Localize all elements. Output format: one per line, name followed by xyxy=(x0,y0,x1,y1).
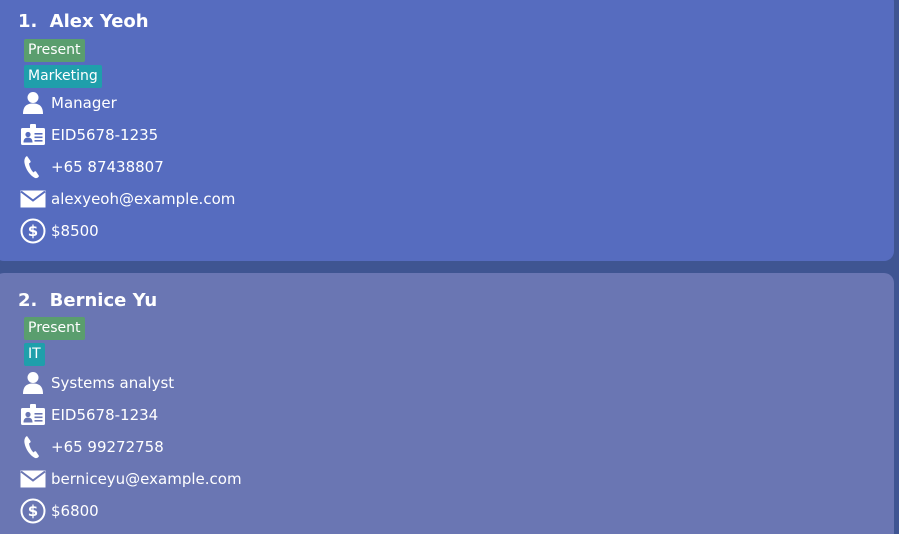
dollar-coin-icon: $ xyxy=(20,498,46,524)
dollar-coin-icon: $ xyxy=(20,218,46,244)
role-value: Manager xyxy=(51,94,117,112)
envelope-icon xyxy=(20,186,46,212)
employee-name: Alex Yeoh xyxy=(49,11,149,32)
salary-field: $ $8500 xyxy=(20,217,99,245)
id-card-icon xyxy=(20,402,46,428)
email-field: berniceyu@example.com xyxy=(20,465,242,493)
eid-value: EID5678-1235 xyxy=(51,126,159,144)
email-field: alexyeoh@example.com xyxy=(20,185,235,213)
email-value: berniceyu@example.com xyxy=(51,470,242,488)
role-field: Manager xyxy=(20,89,117,117)
employee-card[interactable]: 2. Bernice Yu Present IT Systems analyst xyxy=(0,273,894,534)
department-tag: Marketing xyxy=(24,65,102,88)
status-tag: Present xyxy=(24,317,85,340)
salary-value: $6800 xyxy=(51,502,99,520)
phone-field: +65 99272758 xyxy=(20,433,164,461)
phone-icon xyxy=(20,434,46,460)
employee-list[interactable]: 1. Alex Yeoh Present Marketing Manager E… xyxy=(0,0,899,534)
eid-field: EID5678-1235 xyxy=(20,121,158,149)
employee-name-row: 1. Alex Yeoh xyxy=(18,11,149,32)
department-tag: IT xyxy=(24,343,45,366)
salary-value: $8500 xyxy=(51,222,99,240)
salary-field: $ $6800 xyxy=(20,497,99,525)
phone-field: +65 87438807 xyxy=(20,153,164,181)
envelope-icon xyxy=(20,466,46,492)
employee-index: 1. xyxy=(18,11,38,32)
svg-text:$: $ xyxy=(28,502,38,520)
status-tag: Present xyxy=(24,39,85,62)
phone-icon xyxy=(20,154,46,180)
employee-name-row: 2. Bernice Yu xyxy=(18,290,157,311)
eid-field: EID5678-1234 xyxy=(20,401,158,429)
employee-index: 2. xyxy=(18,290,38,311)
employee-card[interactable]: 1. Alex Yeoh Present Marketing Manager E… xyxy=(0,0,894,261)
role-field: Systems analyst xyxy=(20,369,174,397)
person-icon xyxy=(20,370,46,396)
phone-value: +65 87438807 xyxy=(51,158,164,176)
eid-value: EID5678-1234 xyxy=(51,406,159,424)
role-value: Systems analyst xyxy=(51,374,175,392)
email-value: alexyeoh@example.com xyxy=(51,190,236,208)
phone-value: +65 99272758 xyxy=(51,438,164,456)
svg-text:$: $ xyxy=(28,222,38,240)
employee-name: Bernice Yu xyxy=(49,290,158,311)
id-card-icon xyxy=(20,122,46,148)
person-icon xyxy=(20,90,46,116)
